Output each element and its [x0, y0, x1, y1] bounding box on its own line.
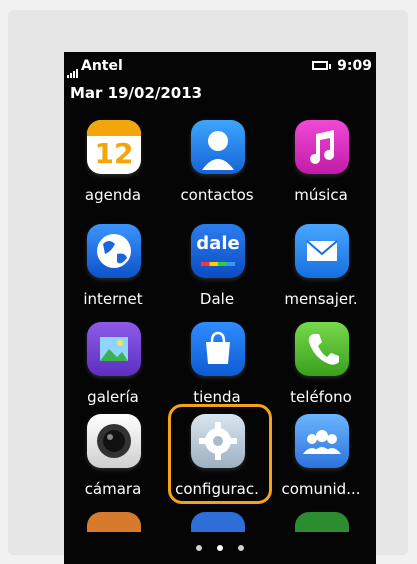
carrier-label: Antel [81, 58, 123, 74]
app-telefono[interactable]: teléfono [272, 322, 370, 418]
app-mensajer[interactable]: mensajer. [272, 224, 370, 320]
app-label: contactos [180, 186, 254, 204]
page-dot[interactable] [195, 545, 202, 551]
app-label: agenda [84, 186, 142, 204]
partial-app-icon [191, 512, 245, 532]
app-label: comunid... [281, 480, 361, 498]
app-label: internet [83, 290, 143, 308]
app-label: mensajer. [284, 290, 358, 308]
music-icon [295, 120, 349, 174]
camera-icon [87, 414, 141, 468]
app-label: cámara [84, 480, 142, 498]
phone-screen: Antel 9:09 Mar 19/02/2013 12 agenda cont… [64, 52, 376, 564]
calendar-icon: 12 [87, 120, 141, 174]
app-label: galería [87, 388, 139, 406]
calendar-day: 12 [94, 137, 134, 170]
page-indicator [64, 536, 376, 555]
app-contactos[interactable]: contactos [168, 120, 266, 216]
page-dot[interactable] [238, 545, 245, 551]
app-camara[interactable]: cámara [64, 414, 162, 510]
app-agenda[interactable]: 12 agenda [64, 120, 162, 216]
dale-icon: dale [191, 224, 245, 278]
app-comunid[interactable]: comunid... [272, 414, 370, 510]
battery-icon [312, 61, 331, 70]
phone-icon [295, 322, 349, 376]
app-label: música [294, 186, 348, 204]
app-label: teléfono [290, 388, 352, 406]
globe-icon [87, 224, 141, 278]
app-galeria[interactable]: galería [64, 322, 162, 418]
partial-app-icon [87, 512, 141, 532]
highlight-ring [168, 404, 272, 504]
signal-icon [67, 62, 79, 78]
community-icon [295, 414, 349, 468]
status-bar: Antel 9:09 [64, 58, 376, 78]
app-internet[interactable]: internet [64, 224, 162, 320]
clock: 9:09 [337, 58, 372, 74]
contacts-icon [191, 120, 245, 174]
app-dale[interactable]: dale Dale [168, 224, 266, 320]
date-label: Mar 19/02/2013 [70, 84, 203, 102]
partial-app-icon [295, 512, 349, 532]
page-dot-active[interactable] [217, 545, 223, 551]
dale-text: dale [196, 233, 240, 254]
app-label: Dale [199, 290, 235, 308]
app-musica[interactable]: música [272, 120, 370, 216]
store-icon [191, 322, 245, 376]
phone-frame: Antel 9:09 Mar 19/02/2013 12 agenda cont… [8, 10, 408, 564]
gallery-icon [87, 322, 141, 376]
messages-icon [295, 224, 349, 278]
